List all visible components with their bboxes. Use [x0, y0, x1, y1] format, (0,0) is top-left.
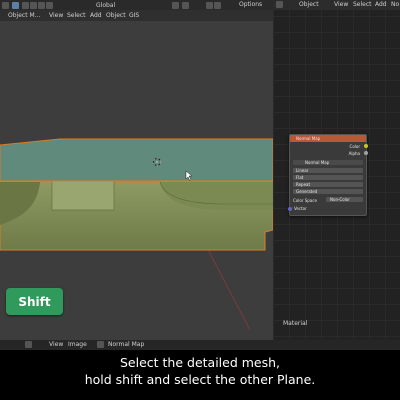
image-texture-node[interactable]: Normal Map Color Alpha Normal Map Linear…: [288, 134, 368, 216]
shading-icon[interactable]: [206, 2, 213, 9]
output-alpha-socket[interactable]: [364, 151, 368, 155]
color-space-label: Color Space: [293, 198, 317, 203]
menu-select[interactable]: Select: [67, 12, 86, 19]
image-editor-header: View Image Normal Map: [0, 340, 400, 350]
mode-icon[interactable]: [22, 2, 29, 9]
ne-menu-view[interactable]: View: [334, 1, 348, 8]
mode-icon-4[interactable]: [46, 2, 53, 9]
menu-add[interactable]: Add: [90, 12, 102, 19]
shading-icon-2[interactable]: [214, 2, 221, 9]
caption-line-1: Select the detailed mesh,: [119, 355, 281, 370]
bottom-menu-view[interactable]: View: [49, 341, 63, 348]
extension-dropdown[interactable]: Repeat: [293, 182, 363, 187]
editor-type-icon[interactable]: [2, 2, 9, 9]
ne-menu-add[interactable]: Add: [375, 1, 387, 8]
source-value: Generated: [296, 189, 318, 194]
ne-menu-select[interactable]: Select: [353, 1, 372, 8]
mesh-block: [51, 179, 115, 211]
projection-dropdown[interactable]: Flat: [293, 175, 363, 180]
extension-value: Repeat: [296, 182, 311, 187]
menu-view[interactable]: View: [49, 12, 63, 19]
select-box-icon[interactable]: [12, 2, 19, 9]
image-browse-icon[interactable]: [97, 341, 104, 348]
node-editor-type-icon[interactable]: [276, 1, 283, 8]
caption-line-2: hold shift and select the other Plane.: [84, 372, 316, 387]
image-name: Normal Map: [305, 160, 330, 165]
mode-dropdown[interactable]: Object M...: [8, 12, 40, 19]
transform-orientation-dropdown[interactable]: Global: [96, 2, 115, 9]
viewport-menu-bar: Object M... View Select Add Object GIS: [0, 10, 273, 21]
ne-menu-node[interactable]: No: [391, 1, 399, 8]
shift-key-badge: Shift: [6, 288, 63, 315]
tutorial-caption: Select the detailed mesh, hold shift and…: [0, 350, 400, 400]
node-header[interactable]: Normal Map: [290, 135, 366, 142]
projection-value: Flat: [296, 175, 304, 180]
gizmo-icon[interactable]: [182, 2, 189, 9]
3d-viewport[interactable]: Global Options Object M... View Select A…: [0, 0, 273, 340]
mode-icon-2[interactable]: [30, 2, 37, 9]
menu-object[interactable]: Object: [106, 12, 126, 19]
image-editor-type-icon[interactable]: [25, 341, 32, 348]
output-color-label: Color: [349, 144, 360, 149]
output-alpha-label: Alpha: [348, 151, 360, 156]
overlay-icon[interactable]: [172, 2, 179, 9]
plane-object: [0, 138, 273, 182]
color-space-dropdown[interactable]: Non-Color: [326, 197, 363, 202]
object-type-dropdown[interactable]: Object: [299, 1, 319, 8]
mode-icon-3[interactable]: [38, 2, 45, 9]
input-vector-label: Vector: [294, 206, 307, 211]
output-color-socket[interactable]: [364, 144, 368, 148]
menu-gis[interactable]: GIS: [129, 12, 139, 19]
node-editor[interactable]: Object View Select Add No Normal Map Col…: [273, 0, 400, 340]
options-menu[interactable]: Options: [239, 1, 262, 8]
image-selector[interactable]: Normal Map: [293, 160, 363, 165]
material-label: Material: [283, 320, 308, 327]
source-dropdown[interactable]: Generated: [293, 189, 363, 194]
bottom-menu-image[interactable]: Image: [68, 341, 87, 348]
color-space-value: Non-Color: [330, 197, 350, 202]
bottom-image-name[interactable]: Normal Map: [108, 341, 144, 348]
node-title: Normal Map: [296, 136, 321, 141]
input-vector-socket[interactable]: [288, 207, 292, 211]
interpolation-value: Linear: [296, 168, 309, 173]
node-editor-header: Object View Select Add No: [273, 0, 400, 10]
interpolation-dropdown[interactable]: Linear: [293, 168, 363, 173]
